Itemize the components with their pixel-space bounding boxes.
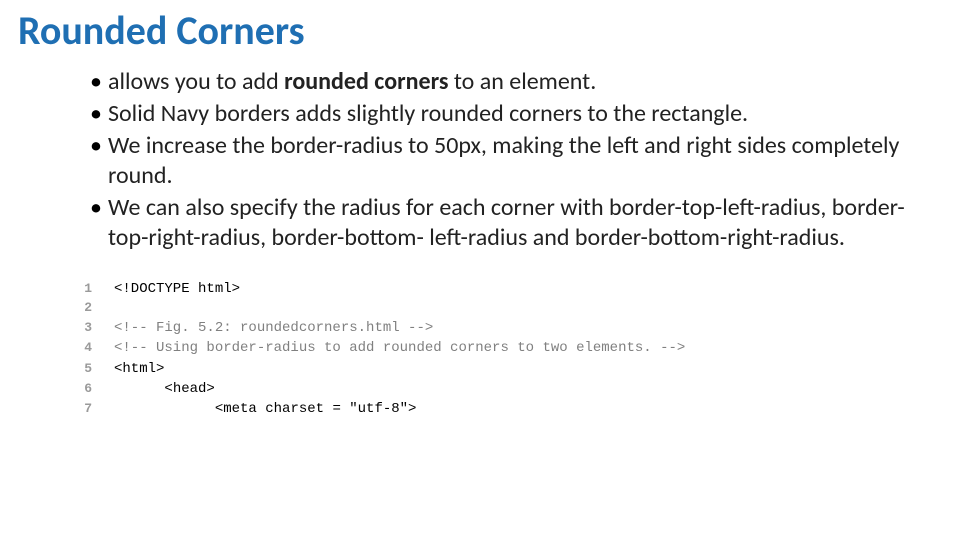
bullet-text-post: to an element.: [454, 67, 596, 96]
bullet-item: We can also specify the radius for each …: [90, 193, 920, 253]
bullet-text-pre: Solid Navy borders adds slightly rounded…: [108, 99, 748, 128]
code-line: 3 <!-- Fig. 5.2: roundedcorners.html -->: [70, 318, 960, 338]
line-number: 6: [70, 380, 114, 399]
code-line: 4 <!-- Using border-radius to add rounde…: [70, 338, 960, 358]
line-number: 1: [70, 280, 114, 299]
bullet-item: We increase the border-radius to 50px, m…: [90, 131, 920, 191]
line-number: 5: [70, 360, 114, 379]
bullet-text-strong: rounded corners: [284, 67, 454, 96]
slide-title: Rounded Corners: [18, 6, 960, 55]
code-text: <meta charset = "utf-8">: [114, 399, 416, 419]
bullet-text-pre: We increase the border-radius to 50px, m…: [108, 131, 899, 190]
code-line: 1 <!DOCTYPE html>: [70, 279, 960, 299]
code-text: <html>: [114, 359, 164, 379]
bullet-list: allows you to add rounded corners to an …: [50, 67, 920, 253]
code-block: 1 <!DOCTYPE html> 2 3 <!-- Fig. 5.2: rou…: [70, 279, 960, 420]
code-text: <!DOCTYPE html>: [114, 279, 240, 299]
code-text: <!-- Fig. 5.2: roundedcorners.html -->: [114, 318, 433, 338]
code-line: 2: [70, 299, 960, 318]
bullet-text-pre: allows you to add: [108, 67, 284, 96]
code-text: <!-- Using border-radius to add rounded …: [114, 338, 685, 358]
slide: Rounded Corners allows you to add rounde…: [0, 6, 960, 546]
bullet-item: allows you to add rounded corners to an …: [90, 67, 920, 97]
bullet-item: Solid Navy borders adds slightly rounded…: [90, 99, 920, 129]
line-number: 4: [70, 339, 114, 358]
code-line: 5 <html>: [70, 359, 960, 379]
line-number: 7: [70, 400, 114, 419]
code-text: <head>: [114, 379, 215, 399]
line-number: 2: [70, 299, 114, 318]
line-number: 3: [70, 319, 114, 338]
code-line: 6 <head>: [70, 379, 960, 399]
code-line: 7 <meta charset = "utf-8">: [70, 399, 960, 419]
bullet-text-pre: We can also specify the radius for each …: [108, 193, 905, 252]
